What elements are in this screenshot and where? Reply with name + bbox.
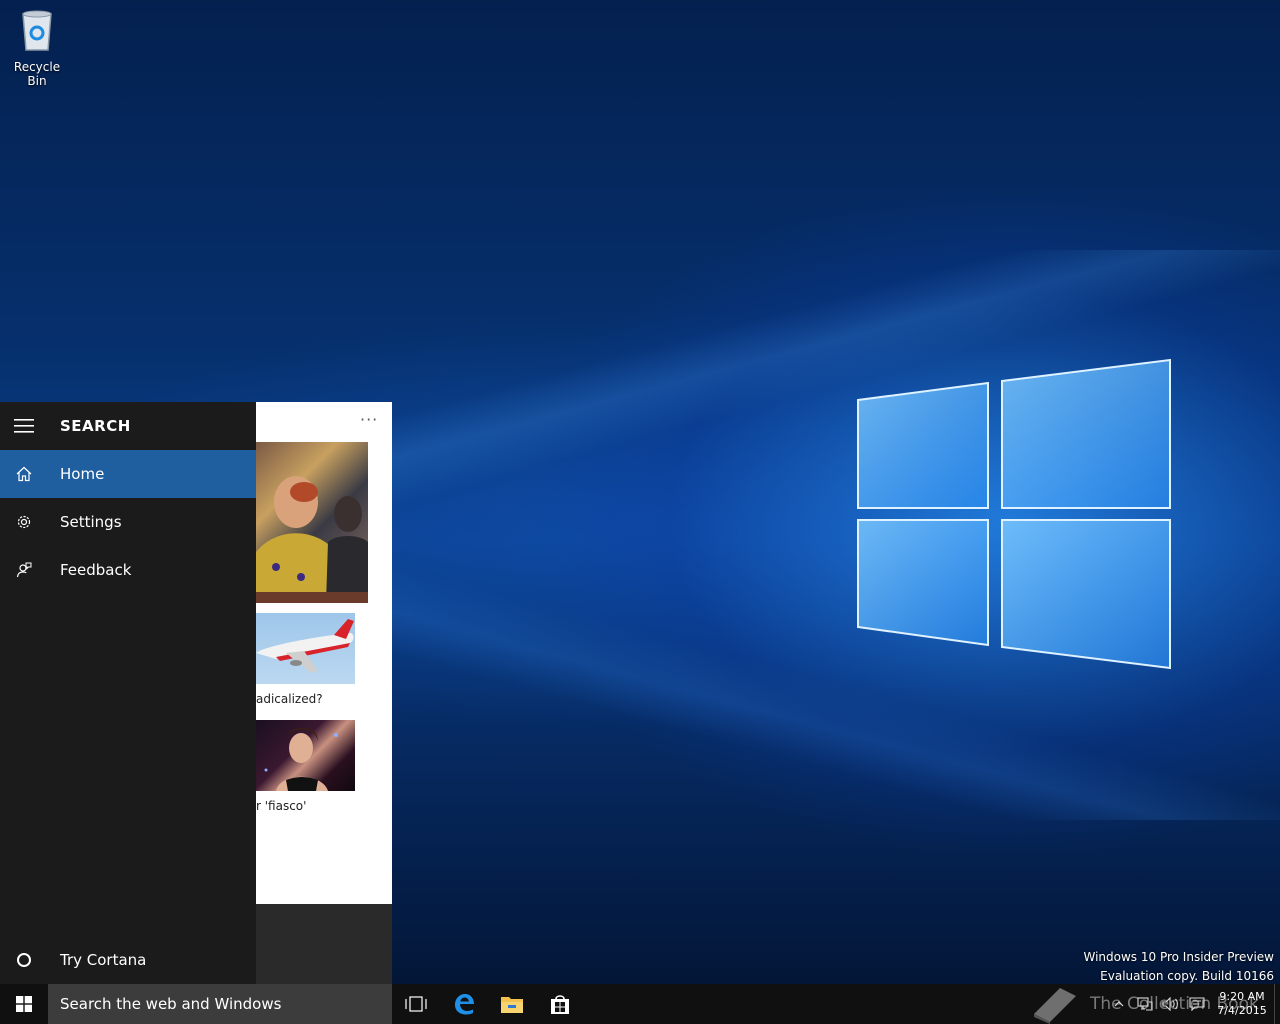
- volume-icon: [1162, 997, 1178, 1011]
- search-header: SEARCH: [0, 402, 256, 450]
- search-panel-title: SEARCH: [60, 417, 131, 435]
- nav-item-label: Feedback: [60, 561, 132, 579]
- feedback-icon: [16, 562, 32, 578]
- taskbar: Search the web and Windows The Collectio…: [0, 984, 1280, 1024]
- show-desktop-button[interactable]: [1274, 984, 1280, 1024]
- news-image-people: [256, 476, 368, 603]
- hamburger-menu-button[interactable]: [0, 402, 48, 450]
- panel-footer-area: [256, 904, 392, 984]
- edge-button[interactable]: [440, 984, 488, 1024]
- windows-start-icon: [16, 996, 32, 1012]
- network-button[interactable]: [1132, 984, 1158, 1024]
- desktop-icon-recycle-bin[interactable]: Recycle Bin: [4, 8, 70, 88]
- store-icon: [551, 995, 569, 1014]
- nav-item-settings[interactable]: Settings: [0, 498, 256, 546]
- task-view-button[interactable]: [392, 984, 440, 1024]
- watermark-line: Windows 10 Pro Insider Preview: [1083, 950, 1274, 964]
- os-watermark: Windows 10 Pro Insider Preview Evaluatio…: [1083, 948, 1274, 986]
- taskbar-search-box[interactable]: Search the web and Windows: [48, 984, 392, 1024]
- action-center-button[interactable]: [1184, 984, 1210, 1024]
- news-caption[interactable]: adicalized?: [256, 692, 323, 706]
- book-icon: [1034, 988, 1076, 1024]
- search-nav-pane: SEARCH Home Settings Feedback Try Cortan…: [0, 402, 256, 984]
- system-tray: 9:20 AM 7/4/2015: [1106, 984, 1280, 1024]
- task-view-icon: [405, 996, 427, 1012]
- network-icon: [1137, 997, 1153, 1011]
- taskbar-clock[interactable]: 9:20 AM 7/4/2015: [1210, 990, 1274, 1018]
- gear-icon: [17, 515, 31, 529]
- action-center-icon: [1189, 997, 1205, 1011]
- nav-item-home[interactable]: Home: [0, 450, 256, 498]
- more-options-button[interactable]: ···: [360, 410, 378, 429]
- circle-icon: [17, 953, 31, 967]
- news-image-airplane: [256, 619, 354, 673]
- store-button[interactable]: [536, 984, 584, 1024]
- start-button[interactable]: [0, 984, 48, 1024]
- nav-item-feedback[interactable]: Feedback: [0, 546, 256, 594]
- edge-icon: [455, 994, 474, 1015]
- windows-logo-wallpaper: [857, 358, 1171, 670]
- nav-item-label: Try Cortana: [60, 951, 147, 969]
- volume-button[interactable]: [1158, 984, 1184, 1024]
- clock-time: 9:20 AM: [1219, 990, 1265, 1003]
- desktop-icon-label: Recycle Bin: [13, 60, 61, 88]
- file-explorer-button[interactable]: [488, 984, 536, 1024]
- news-thumbnail[interactable]: [256, 442, 368, 603]
- news-caption[interactable]: r 'fiasco': [256, 799, 306, 813]
- show-hidden-icons-button[interactable]: [1106, 984, 1132, 1024]
- file-explorer-icon: [501, 997, 523, 1013]
- nav-item-label: Home: [60, 465, 105, 483]
- recycle-bin-icon: [22, 10, 52, 51]
- search-content-pane: ··· adicalized? r 'fiasco': [256, 402, 392, 904]
- news-thumbnail[interactable]: [256, 613, 355, 684]
- chevron-up-icon: [1114, 1001, 1124, 1007]
- news-image-singer: [264, 728, 338, 791]
- clock-date: 7/4/2015: [1217, 1004, 1267, 1017]
- news-thumbnail[interactable]: [256, 720, 355, 791]
- search-placeholder: Search the web and Windows: [60, 995, 282, 1013]
- hamburger-icon: [14, 419, 34, 433]
- try-cortana-button[interactable]: Try Cortana: [0, 936, 256, 984]
- home-icon: [16, 466, 32, 482]
- nav-item-label: Settings: [60, 513, 122, 531]
